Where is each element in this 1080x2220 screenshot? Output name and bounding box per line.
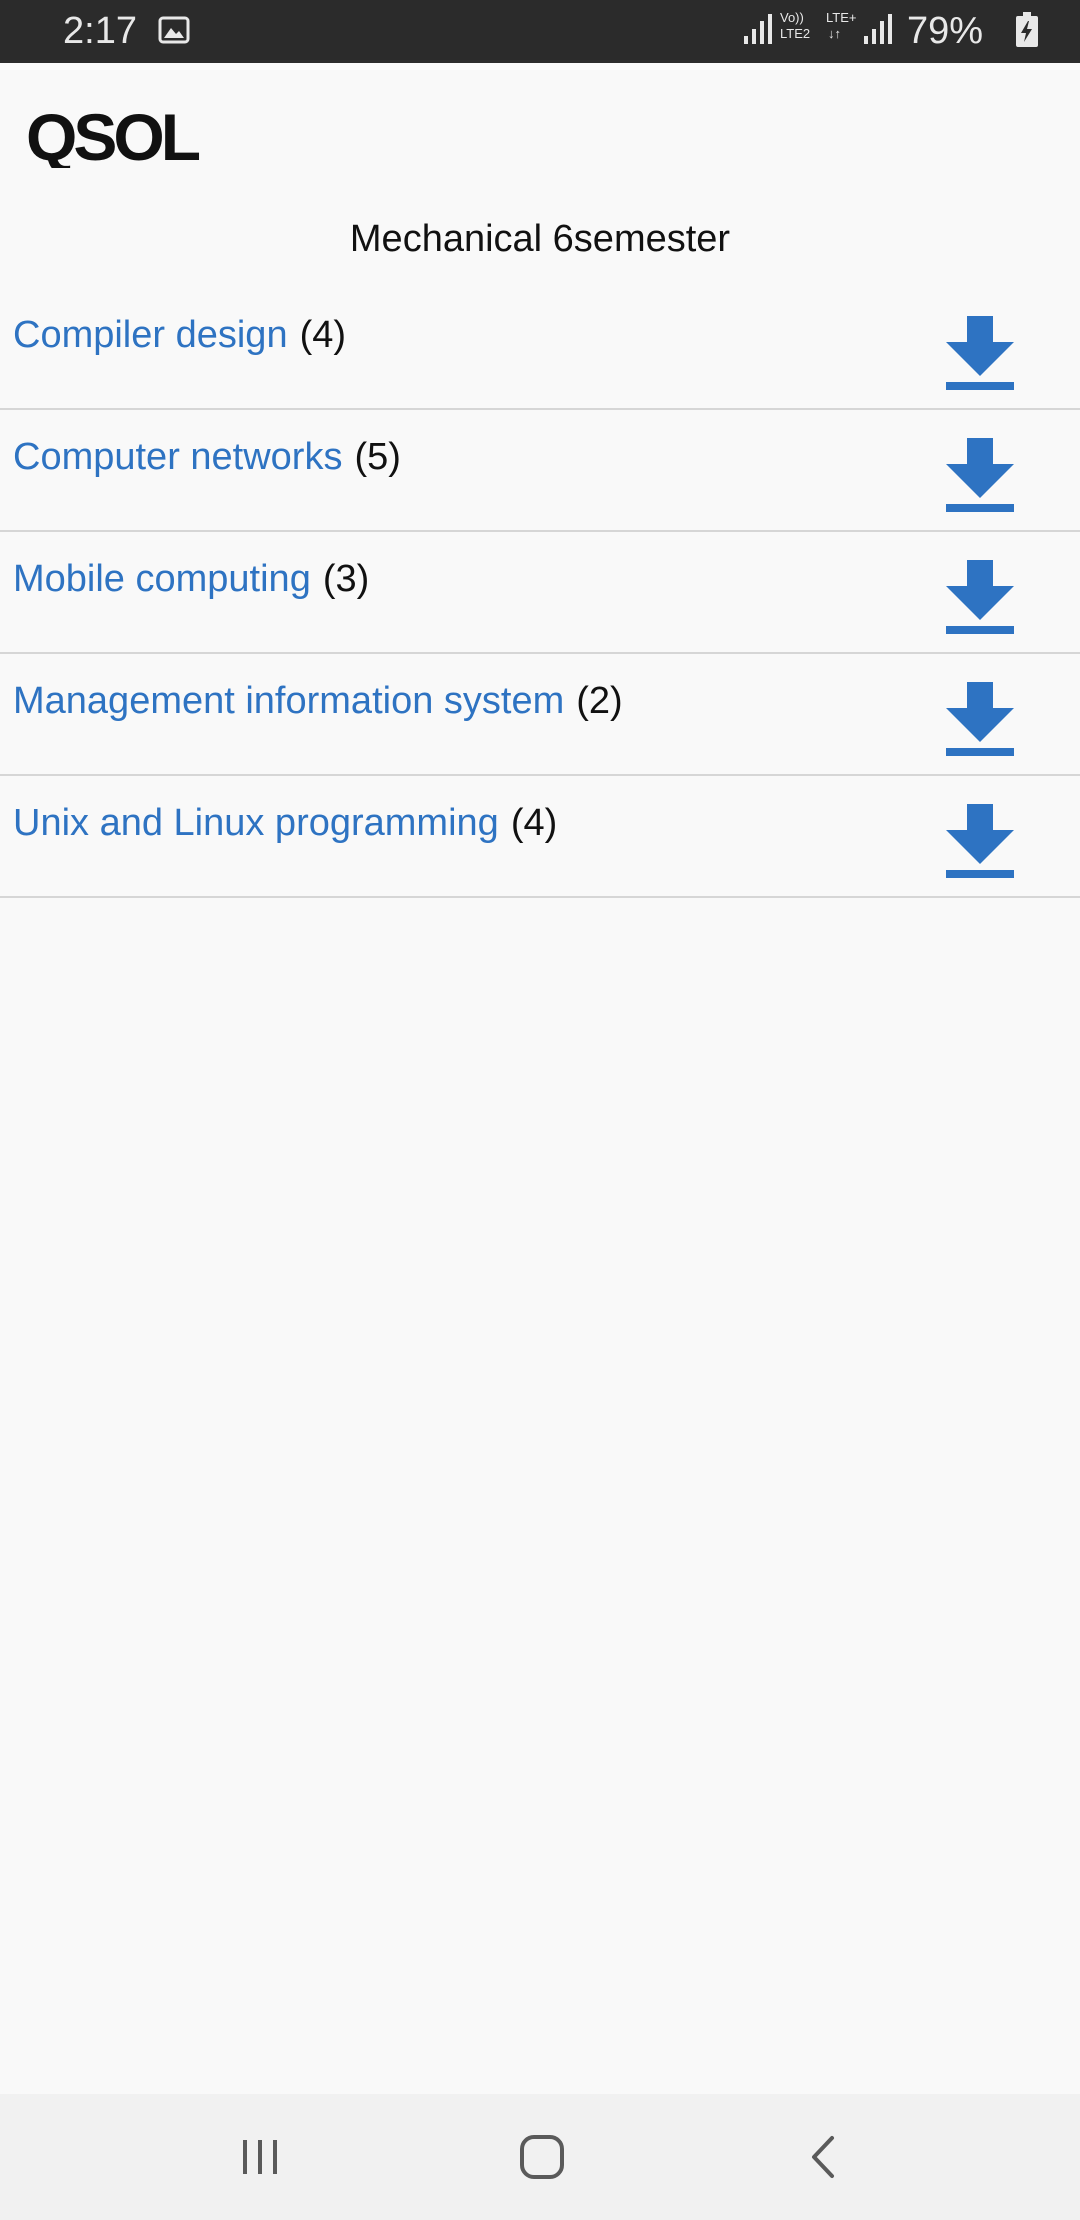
- file-count: (3): [322, 558, 370, 600]
- navigation-bar: [0, 2094, 1080, 2220]
- download-icon[interactable]: [940, 556, 1020, 636]
- subject-link[interactable]: Computer networks: [13, 436, 342, 478]
- list-item: Mobile computing (3): [0, 532, 1080, 654]
- subject-link[interactable]: Mobile computing: [13, 558, 311, 600]
- file-count: (4): [510, 802, 558, 844]
- gallery-icon: [158, 16, 190, 44]
- logo-text: QSOL: [26, 104, 200, 168]
- subject-link[interactable]: Compiler design: [13, 314, 288, 356]
- page-title: Mechanical 6semester: [349, 218, 731, 260]
- lte-plus-label: LTE+: [826, 10, 857, 25]
- file-count: (5): [354, 436, 401, 478]
- battery-charging-icon: [1016, 12, 1038, 47]
- download-icon[interactable]: [940, 678, 1020, 758]
- data-arrows-icon: ↓↑: [828, 26, 841, 41]
- volte-label: Vo)): [780, 10, 804, 25]
- subject-link[interactable]: Unix and Linux programming: [13, 802, 499, 844]
- recent-apps-icon[interactable]: [230, 2130, 290, 2184]
- subject-list: Compiler design (4) Computer networks (5) …: [0, 288, 1080, 898]
- status-time: 2:17: [63, 10, 137, 52]
- status-indicators: Vo)) LTE2 LTE+ ↓↑ 79%: [720, 0, 1080, 63]
- subject-link[interactable]: Management information system: [13, 680, 564, 722]
- signal-icon: [864, 14, 892, 44]
- download-icon[interactable]: [940, 434, 1020, 514]
- download-icon[interactable]: [940, 312, 1020, 392]
- download-icon[interactable]: [940, 800, 1020, 880]
- list-item: Compiler design (4): [0, 288, 1080, 410]
- battery-percentage: 79%: [907, 10, 984, 52]
- network-indicator: Vo)) LTE2 LTE+ ↓↑: [780, 10, 856, 41]
- list-item: Unix and Linux programming (4): [0, 776, 1080, 898]
- list-item: Computer networks (5): [0, 410, 1080, 532]
- home-icon[interactable]: [512, 2130, 572, 2184]
- qsol-logo: QSOL: [26, 104, 204, 168]
- file-count: (2): [576, 680, 623, 722]
- back-icon[interactable]: [794, 2130, 854, 2184]
- signal-icon: [744, 14, 772, 44]
- lte2-label: LTE2: [780, 26, 811, 41]
- file-count: (4): [299, 314, 347, 356]
- status-bar: 2:17 Vo)) LTE2 LTE+ ↓↑ 79%: [0, 0, 1080, 63]
- list-item: Management information system (2): [0, 654, 1080, 776]
